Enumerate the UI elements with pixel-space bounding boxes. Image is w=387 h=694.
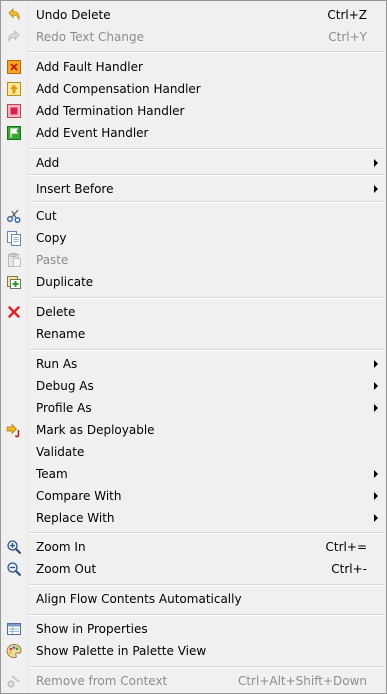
menu-item-label: Debug As [36,379,94,393]
menu-item-label: Redo Text Change [36,30,144,44]
menu-item-undo-delete[interactable]: Undo Delete Ctrl+Z [1,4,386,26]
menu-item-rename[interactable]: Rename [1,323,386,345]
menu-item-remove-from-context[interactable]: Remove from Context Ctrl+Alt+Shift+Down [1,670,386,692]
menu-item-show-palette[interactable]: Show Palette in Palette View [1,640,386,662]
menu-item-label: Run As [36,357,78,371]
duplicate-icon [6,274,22,290]
menu-item-compare-with[interactable]: Compare With [1,485,386,507]
menu-item-duplicate[interactable]: Duplicate [1,271,386,293]
fault-handler-icon [6,59,22,75]
termination-handler-icon [6,103,22,119]
menu-item-add-event-handler[interactable]: Add Event Handler [1,122,386,144]
separator [29,297,384,299]
menu-item-label: Rename [36,327,86,341]
properties-icon [6,621,22,637]
separator [29,666,384,668]
menu-item-label: Show Palette in Palette View [36,644,207,658]
palette-icon [6,643,22,659]
menu-item-label: Add Fault Handler [36,60,143,74]
context-menu: Undo Delete Ctrl+Z Redo Text Change Ctrl… [0,0,387,694]
menu-item-replace-with[interactable]: Replace With [1,507,386,529]
separator [29,148,384,150]
shortcut-label: Ctrl+- [331,562,367,576]
menu-item-run-as[interactable]: Run As [1,353,386,375]
menu-item-add-termination-handler[interactable]: Add Termination Handler [1,100,386,122]
menu-item-add[interactable]: Add [1,152,386,174]
delete-x-icon [6,304,22,320]
menu-item-label: Delete [36,305,76,319]
submenu-arrow-icon [374,492,378,500]
menu-item-delete[interactable]: Delete [1,301,386,323]
menu-item-copy[interactable]: Copy [1,227,386,249]
copy-icon [6,230,22,246]
menu-item-add-compensation-handler[interactable]: Add Compensation Handler [1,78,386,100]
menu-item-zoom-in[interactable]: Zoom In Ctrl+= [1,536,386,558]
separator [29,201,384,203]
menu-item-label: Paste [36,253,69,267]
paste-icon [6,252,22,268]
menu-item-team[interactable]: Team [1,463,386,485]
menu-item-zoom-out[interactable]: Zoom Out Ctrl+- [1,558,386,580]
menu-item-label: Add [36,156,60,170]
separator [29,349,384,351]
zoom-out-icon [6,561,22,577]
undo-icon [6,7,22,23]
submenu-arrow-icon [374,159,378,167]
compensation-handler-icon [6,81,22,97]
submenu-arrow-icon [374,514,378,522]
menu-item-label: Align Flow Contents Automatically [36,592,242,606]
shortcut-label: Ctrl+Alt+Shift+Down [237,674,367,688]
zoom-in-icon [6,539,22,555]
menu-item-label: Zoom Out [36,562,97,576]
menu-item-label: Profile As [36,401,92,415]
shortcut-label: Ctrl+= [325,540,367,554]
menu-item-align-flow-contents[interactable]: Align Flow Contents Automatically [1,588,386,610]
menu-item-label: Add Event Handler [36,126,149,140]
menu-item-label: Validate [36,445,85,459]
submenu-arrow-icon [374,382,378,390]
menu-item-mark-as-deployable[interactable]: Mark as Deployable [1,419,386,441]
menu-item-label: Insert Before [36,182,114,196]
menu-item-label: Compare With [36,489,122,503]
submenu-arrow-icon [374,360,378,368]
scissors-icon [6,208,22,224]
event-handler-icon [6,125,22,141]
menu-item-label: Duplicate [36,275,94,289]
redo-icon [6,29,22,45]
menu-item-add-fault-handler[interactable]: Add Fault Handler [1,56,386,78]
menu-item-redo-text-change[interactable]: Redo Text Change Ctrl+Y [1,26,386,48]
menu-item-label: Mark as Deployable [36,423,155,437]
menu-item-show-in-properties[interactable]: Show in Properties [1,618,386,640]
menu-item-label: Cut [36,209,57,223]
separator [29,174,384,176]
menu-item-paste[interactable]: Paste [1,249,386,271]
menu-item-debug-as[interactable]: Debug As [1,375,386,397]
separator [29,51,384,53]
menu-item-validate[interactable]: Validate [1,441,386,463]
separator [29,532,384,534]
submenu-arrow-icon [374,404,378,412]
menu-item-insert-before[interactable]: Insert Before [1,178,386,200]
menu-item-label: Zoom In [36,540,86,554]
menu-item-label: Replace With [36,511,115,525]
submenu-arrow-icon [374,185,378,193]
separator [29,584,384,586]
submenu-arrow-icon [374,470,378,478]
menu-item-label: Copy [36,231,67,245]
deployable-icon [6,422,22,438]
menu-item-label: Add Termination Handler [36,104,185,118]
menu-item-label: Team [36,467,68,481]
separator [29,614,384,616]
menu-item-label: Add Compensation Handler [36,82,201,96]
menu-item-profile-as[interactable]: Profile As [1,397,386,419]
shortcut-label: Ctrl+Y [328,30,367,44]
shortcut-label: Ctrl+Z [327,8,367,22]
menu-item-label: Undo Delete [36,8,111,22]
remove-context-icon [6,673,22,689]
menu-item-cut[interactable]: Cut [1,205,386,227]
menu-item-label: Remove from Context [36,674,168,688]
menu-item-label: Show in Properties [36,622,148,636]
